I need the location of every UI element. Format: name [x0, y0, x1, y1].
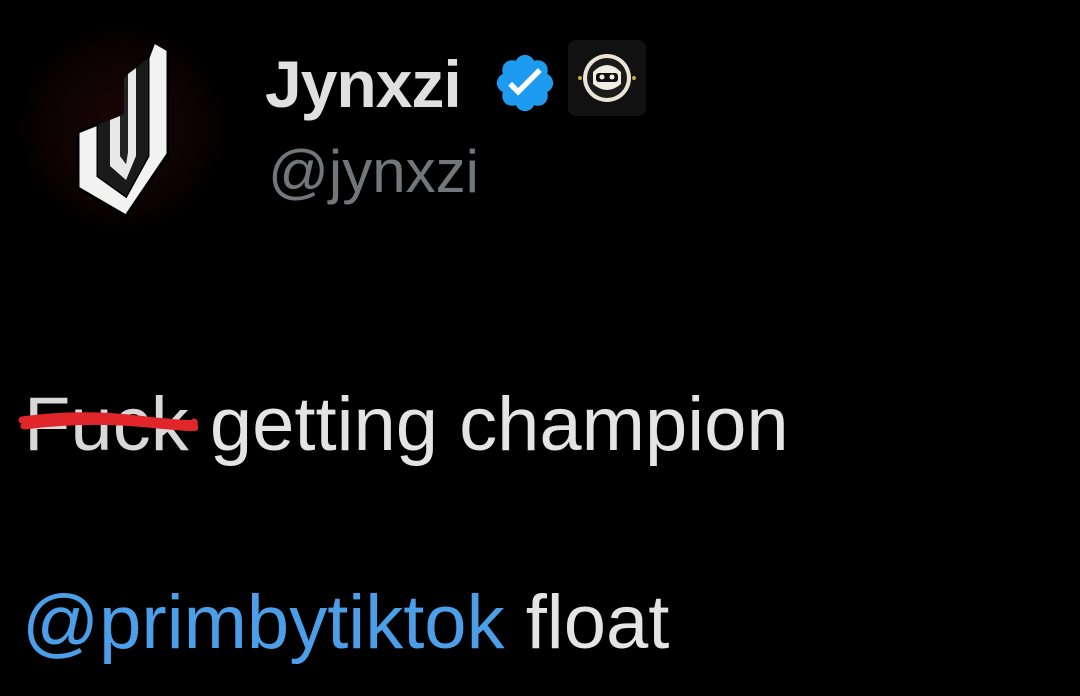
display-name[interactable]: Jynxzi [265, 44, 462, 124]
tweet-text-rest-2: float [504, 580, 670, 665]
tweet-text-line-1: Fuck getting champion [18, 380, 789, 470]
avatar[interactable] [22, 28, 222, 228]
verified-badge-icon[interactable] [492, 50, 558, 116]
mention-link[interactable]: @primbytiktok [22, 580, 505, 665]
jynxzi-j-logo-icon [76, 39, 170, 219]
affiliate-org-badge-icon[interactable] [568, 40, 646, 116]
user-handle[interactable]: @jynxzi [268, 136, 479, 208]
tweet-card[interactable]: Jynxzi @jynxzi Fuck getting champion @pr… [0, 0, 1080, 696]
red-scribble-strikethrough [18, 412, 198, 432]
censored-word: Fuck [18, 380, 198, 470]
tweet-text-line-2: @primbytiktok float [22, 578, 669, 668]
tweet-text-rest-1: getting champion [188, 382, 789, 467]
